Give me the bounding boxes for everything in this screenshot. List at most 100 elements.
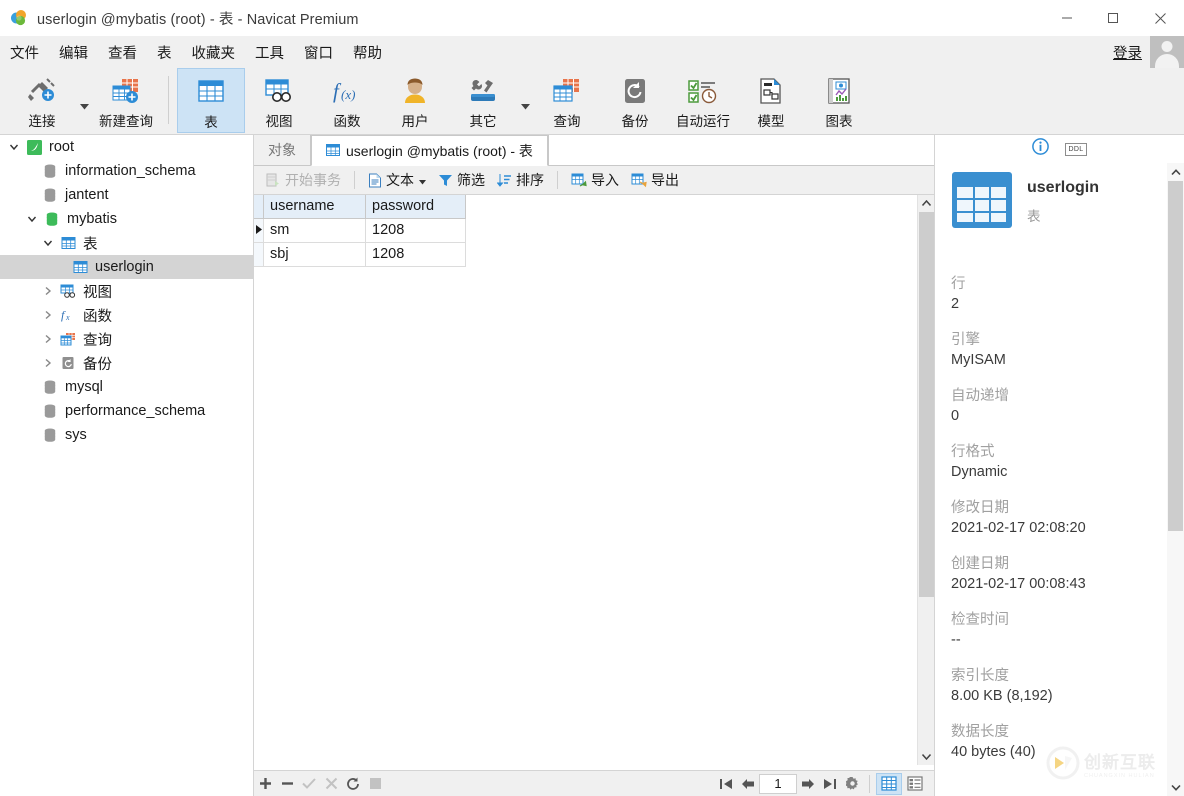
toolbar-button-backup[interactable]: 备份: [601, 68, 669, 133]
toolbar-button-model[interactable]: 模型: [737, 68, 805, 133]
info-scroll-up-arrow-icon[interactable]: [1167, 163, 1184, 181]
column-header-password[interactable]: password: [365, 195, 466, 219]
menu-item-edit[interactable]: 编辑: [49, 39, 98, 66]
toolbar-label-other: 其它: [469, 114, 497, 129]
table-row[interactable]: sm 1208: [254, 218, 466, 243]
add-record-button[interactable]: [254, 772, 276, 796]
export-button[interactable]: 导出: [625, 168, 685, 192]
toolbar-button-query[interactable]: 查询: [533, 68, 601, 133]
info-scrollbar-thumb[interactable]: [1168, 181, 1183, 531]
tree-item-sys[interactable]: sys: [0, 423, 253, 447]
tab-objects[interactable]: 对象: [254, 135, 311, 165]
stop-button[interactable]: [364, 772, 386, 796]
chevron-right-icon[interactable]: [38, 358, 58, 368]
cell-password[interactable]: 1208: [365, 218, 466, 243]
toolbar-button-chart[interactable]: 图表: [805, 68, 873, 133]
tree-item-jantent[interactable]: jantent: [0, 183, 253, 207]
tree-item-information-schema[interactable]: information_schema: [0, 159, 253, 183]
info-scroll-down-arrow-icon[interactable]: [1167, 778, 1184, 796]
menu-item-table[interactable]: 表: [147, 39, 182, 66]
other-dropdown-caret-icon[interactable]: [517, 68, 533, 133]
last-page-button[interactable]: [819, 772, 841, 796]
tree-item-functions-folder[interactable]: fx 函数: [0, 303, 253, 327]
sort-button[interactable]: 排序: [491, 168, 550, 192]
chevron-right-icon[interactable]: [38, 334, 58, 344]
tree-item-queries-folder[interactable]: 查询: [0, 327, 253, 351]
cell-username[interactable]: sm: [263, 218, 366, 243]
cancel-change-button[interactable]: [320, 772, 342, 796]
view-icon: [263, 74, 295, 108]
text-dropdown-caret-icon[interactable]: [419, 172, 426, 188]
scroll-down-arrow-icon[interactable]: [918, 748, 935, 765]
tree-item-mysql[interactable]: mysql: [0, 375, 253, 399]
login-link[interactable]: 登录: [1113, 42, 1142, 63]
data-grid-area: username password sm 1208 sbj 1208: [254, 195, 934, 765]
data-grid[interactable]: username password sm 1208 sbj 1208: [254, 195, 466, 267]
first-page-button[interactable]: [715, 772, 737, 796]
user-icon: [401, 74, 429, 108]
avatar[interactable]: [1150, 36, 1184, 68]
database-icon: [40, 188, 60, 203]
tree-item-views-folder[interactable]: 视图: [0, 279, 253, 303]
filter-button[interactable]: 筛选: [432, 168, 491, 192]
grid-settings-button[interactable]: [841, 772, 863, 796]
info-key-check-time: 检查时间: [951, 612, 1009, 628]
form-view-toggle[interactable]: [902, 773, 928, 795]
table-row[interactable]: sbj 1208: [254, 242, 466, 267]
menu-item-view[interactable]: 查看: [98, 39, 147, 66]
tree-item-tables-folder[interactable]: 表: [0, 231, 253, 255]
menu-item-help[interactable]: 帮助: [343, 39, 392, 66]
cell-username[interactable]: sbj: [263, 242, 366, 267]
tree-item-backups-folder[interactable]: 备份: [0, 351, 253, 375]
menu-item-favorites[interactable]: 收藏夹: [182, 39, 246, 66]
tab-userlogin-table[interactable]: userlogin @mybatis (root) - 表: [311, 135, 548, 166]
info-tab-icon[interactable]: [1031, 138, 1049, 160]
delete-record-button[interactable]: [276, 772, 298, 796]
tree-item-mybatis[interactable]: mybatis: [0, 207, 253, 231]
page-number-input[interactable]: 1: [759, 773, 797, 794]
export-icon: [631, 173, 647, 188]
row-marker: [254, 242, 264, 267]
maximize-button[interactable]: [1090, 0, 1136, 36]
toolbar-button-table[interactable]: 表: [177, 68, 245, 133]
menu-item-file[interactable]: 文件: [0, 39, 49, 66]
connection-dropdown-caret-icon[interactable]: [76, 68, 92, 133]
info-panel-scrollbar[interactable]: [1167, 163, 1184, 796]
navicat-window: userlogin @mybatis (root) - 表 - Navicat …: [0, 0, 1184, 796]
chevron-down-icon[interactable]: [38, 238, 58, 248]
text-button[interactable]: 文本: [362, 168, 432, 192]
chevron-right-icon[interactable]: [38, 310, 58, 320]
begin-transaction-button[interactable]: 开始事务: [260, 168, 347, 192]
close-button[interactable]: [1136, 0, 1184, 36]
toolbar-button-user[interactable]: 用户: [381, 68, 449, 133]
menu-item-tools[interactable]: 工具: [245, 39, 294, 66]
tree-item-root[interactable]: root: [0, 135, 253, 159]
tree-item-userlogin[interactable]: userlogin: [0, 255, 253, 279]
apply-change-button[interactable]: [298, 772, 320, 796]
table-icon: [70, 260, 90, 274]
chevron-down-icon[interactable]: [4, 142, 24, 152]
grid-scrollbar-thumb[interactable]: [919, 212, 934, 597]
cell-password[interactable]: 1208: [365, 242, 466, 267]
toolbar-button-connection[interactable]: 连接: [8, 68, 76, 133]
next-page-button[interactable]: [797, 772, 819, 796]
previous-page-button[interactable]: [737, 772, 759, 796]
column-header-username[interactable]: username: [263, 195, 366, 219]
toolbar-button-other[interactable]: 其它: [449, 68, 517, 133]
ddl-tab-icon[interactable]: DDL: [1064, 142, 1088, 156]
scroll-up-arrow-icon[interactable]: [918, 195, 934, 212]
grid-view-toggle[interactable]: [876, 772, 902, 795]
toolbar-button-new-query[interactable]: 新建查询: [92, 68, 160, 133]
menu-item-window[interactable]: 窗口: [294, 39, 343, 66]
grid-vertical-scrollbar[interactable]: [917, 195, 934, 765]
chevron-down-icon[interactable]: [22, 214, 42, 224]
toolbar-button-automation[interactable]: 自动运行: [669, 68, 737, 133]
minimize-button[interactable]: [1044, 0, 1090, 36]
import-button[interactable]: 导入: [565, 168, 625, 192]
toolbar-button-function[interactable]: f (x) 函数: [313, 68, 381, 133]
chevron-right-icon[interactable]: [38, 286, 58, 296]
refresh-button[interactable]: [342, 772, 364, 796]
tree-item-performance-schema[interactable]: performance_schema: [0, 399, 253, 423]
toolbar-button-view[interactable]: 视图: [245, 68, 313, 133]
object-tree-sidebar[interactable]: root information_schema jantent mybatis: [0, 135, 254, 796]
